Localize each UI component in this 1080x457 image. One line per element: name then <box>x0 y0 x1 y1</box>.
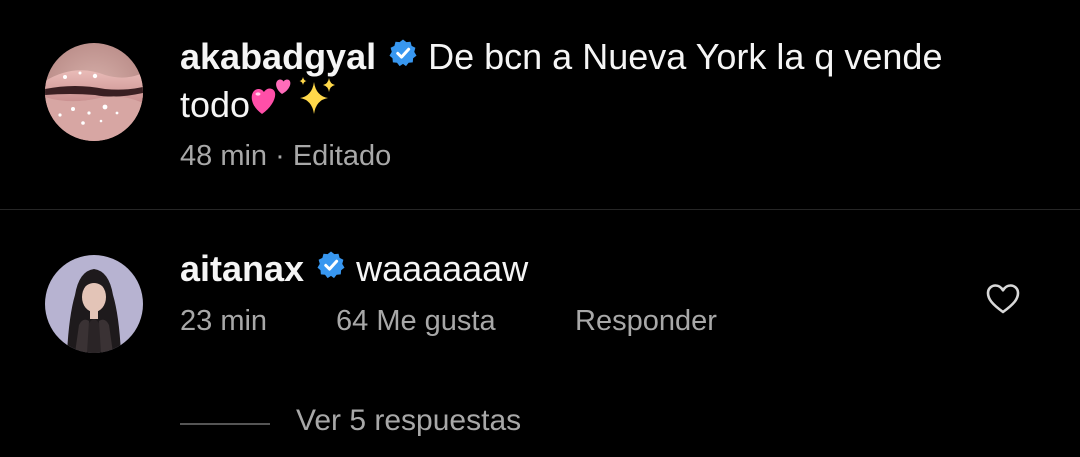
caption-text: De bcn a Nueva York la q vende <box>428 36 943 77</box>
comment-body: aitanax waaaaaaw <box>180 246 528 294</box>
verified-badge-icon <box>316 245 346 291</box>
caption-line-2: todo <box>180 77 1040 133</box>
comments-screen: akabadgyal De bcn a Nueva York la q vende… <box>0 0 1080 457</box>
sparkles-emoji <box>296 76 338 127</box>
two-hearts-emoji <box>250 76 296 127</box>
divider <box>0 209 1080 210</box>
verified-badge-icon <box>388 33 418 79</box>
post-meta: 48 min · Editado <box>180 140 391 173</box>
meta-separator: · <box>275 140 285 172</box>
post-author-avatar[interactable] <box>45 43 143 141</box>
replies-divider-line <box>180 423 270 425</box>
like-heart-icon[interactable] <box>986 283 1020 315</box>
post-author-username[interactable]: akabadgyal <box>180 36 376 77</box>
glossy-lips-image <box>45 43 143 141</box>
comment-time: 23 min <box>180 305 268 337</box>
profile-photo-image <box>45 255 143 353</box>
comment-likes-count[interactable]: 64 Me gusta <box>336 305 496 338</box>
edited-label: Editado <box>292 140 392 172</box>
view-replies-button[interactable]: Ver 5 respuestas <box>296 404 521 438</box>
caption-line-1: akabadgyal De bcn a Nueva York la q vende <box>180 34 1040 82</box>
comment-author-avatar[interactable] <box>45 255 143 353</box>
reply-button[interactable]: Responder <box>575 305 717 338</box>
post-time: 48 min <box>180 140 268 172</box>
caption-text-continued: todo <box>180 84 251 126</box>
post-caption: akabadgyal De bcn a Nueva York la q vende… <box>180 34 1040 133</box>
comment-text: waaaaaaw <box>356 248 529 289</box>
comment-author-username[interactable]: aitanax <box>180 248 304 289</box>
